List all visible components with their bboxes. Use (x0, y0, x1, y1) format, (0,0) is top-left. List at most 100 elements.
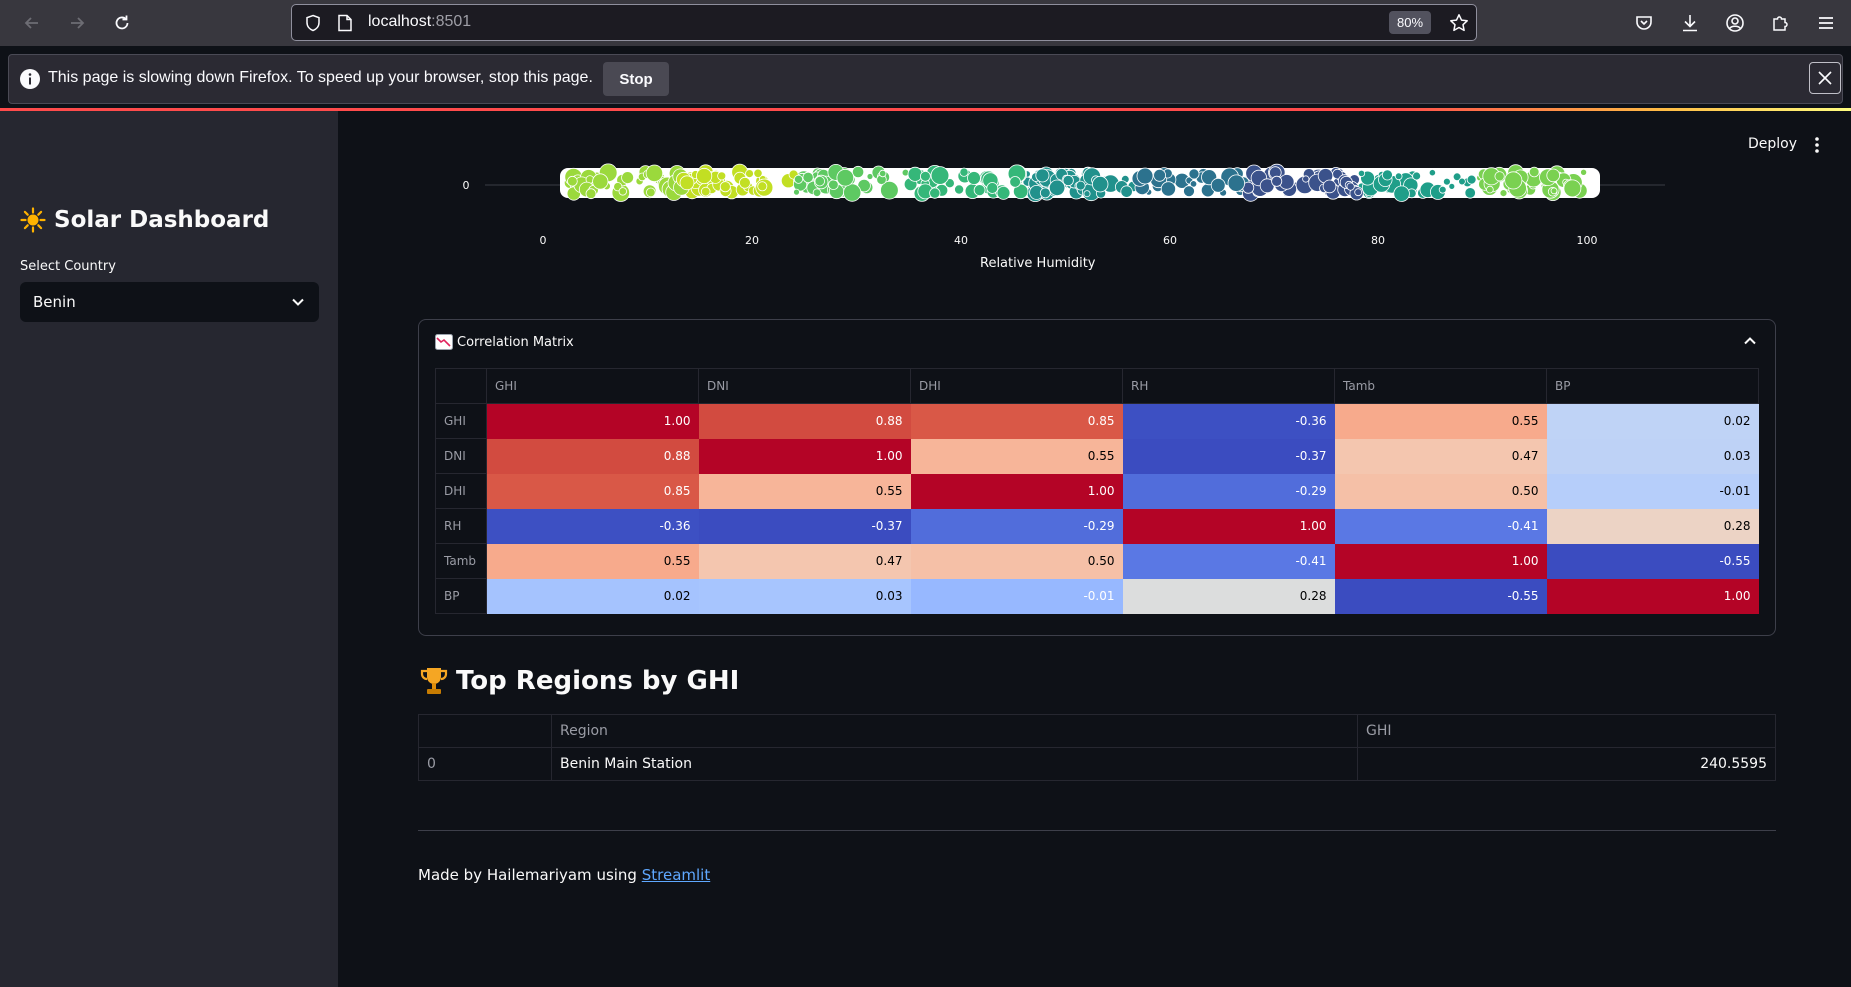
scatter-point (700, 186, 711, 197)
table-cell[interactable]: 0.28 (1546, 508, 1759, 544)
table-cell[interactable]: -0.37 (698, 508, 911, 544)
column-header[interactable]: Tamb (1334, 368, 1547, 404)
country-select[interactable]: Benin (20, 282, 319, 322)
scatter-point (1494, 171, 1505, 182)
table-cell[interactable]: -0.29 (1122, 473, 1335, 509)
table-cell[interactable]: 0.02 (1546, 403, 1759, 439)
streamlit-link[interactable]: Streamlit (642, 866, 711, 884)
table-cell[interactable]: 0.28 (1122, 578, 1335, 614)
scatter-point (879, 169, 887, 178)
scatter-point (738, 176, 751, 189)
table-cell[interactable]: 0.03 (1546, 438, 1759, 474)
scatter-point (851, 165, 865, 179)
table-cell[interactable]: 1.00 (1546, 578, 1759, 614)
account-icon[interactable] (1721, 9, 1749, 37)
scatter-point (1504, 171, 1523, 190)
chevron-up-icon[interactable] (1743, 334, 1757, 348)
table-row: DNI 0.88 1.00 0.55 -0.37 0.47 0.03 (435, 438, 1759, 474)
table-cell[interactable]: -0.37 (1122, 438, 1335, 474)
table-cell[interactable]: 0.50 (1334, 473, 1547, 509)
column-header[interactable]: GHI (486, 368, 699, 404)
table-cell[interactable]: 0.47 (1334, 438, 1547, 474)
scatter-point (1035, 168, 1050, 183)
table-cell[interactable]: -0.41 (1334, 508, 1547, 544)
close-icon[interactable] (1809, 62, 1841, 94)
deploy-button[interactable]: Deploy (1748, 136, 1797, 152)
table-cell[interactable]: 0.55 (910, 438, 1123, 474)
country-select-label: Select Country (20, 259, 116, 274)
index-header (418, 714, 552, 748)
scatter-point (793, 188, 800, 196)
scatter-point (1210, 177, 1226, 193)
extensions-icon[interactable] (1766, 9, 1794, 37)
table-cell[interactable]: 0.55 (486, 543, 699, 579)
table-cell[interactable]: -0.55 (1546, 543, 1759, 579)
sun-icon (20, 207, 46, 233)
forward-icon[interactable] (63, 9, 91, 37)
top-regions-title: Top Regions by GHI (418, 665, 739, 697)
table-cell[interactable]: 1.00 (1122, 508, 1335, 544)
table-row: RH -0.36 -0.37 -0.29 1.00 -0.41 0.28 (435, 508, 1759, 544)
table-cell[interactable]: -0.41 (1122, 543, 1335, 579)
row-index: 0 (418, 747, 552, 781)
table-cell[interactable]: 0.88 (698, 403, 911, 439)
table-cell[interactable]: -0.36 (486, 508, 699, 544)
expander-header[interactable]: Correlation Matrix (435, 334, 574, 350)
column-header[interactable]: BP (1546, 368, 1759, 404)
table-cell[interactable]: 0.88 (486, 438, 699, 474)
trophy-icon (420, 668, 448, 694)
x-axis-title: Relative Humidity (980, 256, 1096, 271)
column-header[interactable]: RH (1122, 368, 1335, 404)
table-row: BP 0.02 0.03 -0.01 0.28 -0.55 1.00 (435, 578, 1759, 614)
stop-button[interactable]: Stop (603, 62, 669, 96)
table-cell[interactable]: -0.01 (1546, 473, 1759, 509)
pocket-icon[interactable] (1630, 9, 1658, 37)
table-cell[interactable]: 0.47 (698, 543, 911, 579)
table-cell[interactable]: 0.85 (486, 473, 699, 509)
url-bar[interactable]: localhost:8501 80% (291, 4, 1477, 41)
back-icon[interactable] (18, 9, 46, 37)
scatter-point (930, 166, 950, 185)
table-cell[interactable]: 0.55 (698, 473, 911, 509)
scatter-plot[interactable]: 0 0 20 40 60 80 100 (440, 160, 1680, 260)
scatter-point (959, 167, 969, 177)
row-header: DNI (435, 438, 487, 474)
column-header[interactable]: Region (551, 714, 1358, 748)
downloads-icon[interactable] (1676, 9, 1704, 37)
scatter-point (1580, 168, 1588, 176)
menu-icon[interactable] (1812, 9, 1840, 37)
scatter-point (567, 175, 578, 187)
table-cell[interactable]: -0.55 (1334, 578, 1547, 614)
table-cell[interactable]: 0.03 (698, 578, 911, 614)
table-header-row: Region GHI (418, 714, 1776, 748)
table-cell[interactable]: 0.02 (486, 578, 699, 614)
column-header[interactable]: GHI (1357, 714, 1776, 748)
reload-icon[interactable] (108, 9, 136, 37)
ghi-cell[interactable]: 240.5595 (1357, 747, 1776, 781)
page-icon[interactable] (337, 14, 353, 32)
table-header-row: GHI DNI DHI RH Tamb BP (435, 368, 1759, 404)
table-cell[interactable]: 0.85 (910, 403, 1123, 439)
scatter-point (1394, 172, 1403, 181)
region-cell[interactable]: Benin Main Station (551, 747, 1358, 781)
column-header[interactable]: DNI (698, 368, 911, 404)
column-header[interactable]: DHI (910, 368, 1123, 404)
main-menu-kebab-icon[interactable] (1812, 135, 1822, 155)
table-cell[interactable]: -0.29 (910, 508, 1123, 544)
table-cell[interactable]: 1.00 (910, 473, 1123, 509)
bookmark-star-icon[interactable] (1449, 13, 1469, 33)
scatter-point (1048, 179, 1066, 197)
table-cell[interactable]: -0.36 (1122, 403, 1335, 439)
scatter-point (1302, 175, 1310, 183)
table-cell[interactable]: 1.00 (486, 403, 699, 439)
table-cell[interactable]: 0.50 (910, 543, 1123, 579)
scatter-point (1009, 176, 1021, 188)
shield-icon[interactable] (304, 14, 322, 32)
table-cell[interactable]: 1.00 (698, 438, 911, 474)
table-cell[interactable]: 0.55 (1334, 403, 1547, 439)
table-cell[interactable]: 1.00 (1334, 543, 1547, 579)
url-text[interactable]: localhost:8501 (368, 13, 471, 31)
zoom-level-badge[interactable]: 80% (1389, 11, 1431, 34)
table-cell[interactable]: -0.01 (910, 578, 1123, 614)
sidebar-title-text: Solar Dashboard (54, 207, 270, 233)
